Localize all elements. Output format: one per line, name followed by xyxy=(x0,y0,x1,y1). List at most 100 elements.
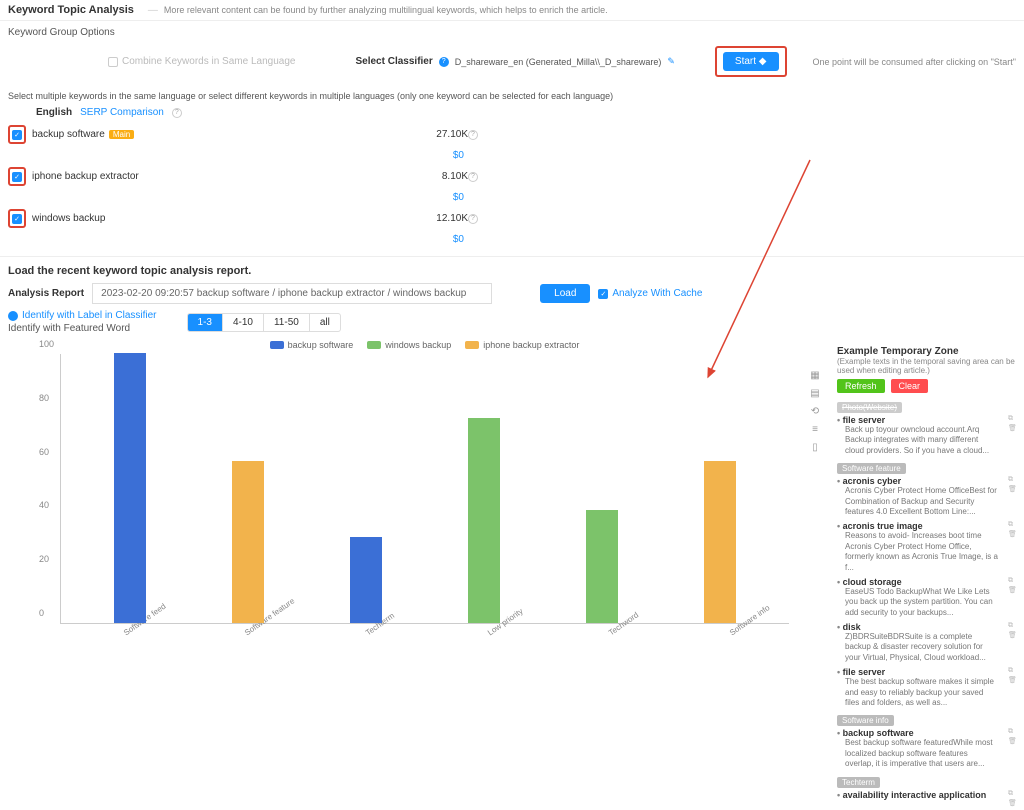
identify-featured-word[interactable]: Identify with Featured Word xyxy=(8,323,157,334)
copy-icon[interactable]: ⧉ xyxy=(1008,476,1016,484)
keyword-checkbox[interactable]: ✓ xyxy=(12,130,22,140)
clear-button[interactable]: Clear xyxy=(891,379,929,393)
delete-icon[interactable]: 🗑 xyxy=(1008,586,1016,594)
item-title[interactable]: disk xyxy=(837,622,998,632)
temp-zone-item: acronis true image Reasons to avoid- Inc… xyxy=(837,521,1016,573)
category-tag[interactable]: Software info xyxy=(837,715,894,726)
keyword-name: backup softwareMain xyxy=(32,129,408,140)
analyze-cache-checkbox[interactable]: ✓ Analyze With Cache xyxy=(598,288,702,299)
segment-4-10[interactable]: 4-10 xyxy=(223,314,264,331)
identify-label-classifier[interactable]: Identify with Label in Classifier xyxy=(8,310,157,321)
legend-item[interactable]: backup software xyxy=(270,340,354,350)
copy-icon[interactable]: ⧉ xyxy=(1008,667,1016,675)
help-icon[interactable]: ? xyxy=(468,130,478,140)
help-icon[interactable]: ? xyxy=(468,214,478,224)
save-image-icon[interactable]: ▦ xyxy=(809,370,821,382)
info-icon[interactable]: ? xyxy=(439,57,449,67)
delete-icon[interactable]: 🗑 xyxy=(1008,530,1016,538)
delete-icon[interactable]: 🗑 xyxy=(1008,485,1016,493)
segment-all[interactable]: all xyxy=(310,314,340,331)
delete-icon[interactable]: 🗑 xyxy=(1008,424,1016,432)
serp-comparison-link[interactable]: SERP Comparison xyxy=(80,107,164,118)
copy-icon[interactable]: ⧉ xyxy=(1008,521,1016,529)
bar[interactable] xyxy=(586,510,618,623)
item-title[interactable]: file server xyxy=(837,415,998,425)
classifier-value: D_shareware_en (Generated_Milla\\_D_shar… xyxy=(455,57,662,67)
bar-group xyxy=(690,461,750,623)
start-button[interactable]: Start ◆ xyxy=(723,52,779,71)
keyword-cost: $0 xyxy=(453,192,464,203)
category-tag[interactable]: Software feature xyxy=(837,463,906,474)
classifier-label: Select Classifier xyxy=(355,56,432,67)
delete-icon[interactable]: 🗑 xyxy=(1008,676,1016,684)
copy-icon[interactable]: ⧉ xyxy=(1008,415,1016,423)
item-title[interactable]: acronis cyber xyxy=(837,476,998,486)
y-tick: 20 xyxy=(39,554,49,564)
category-tag[interactable]: Photo(Website) xyxy=(837,402,902,413)
keyword-checkbox[interactable]: ✓ xyxy=(12,172,22,182)
segment-1-3[interactable]: 1-3 xyxy=(188,314,223,331)
data-view-icon[interactable]: ▤ xyxy=(809,388,821,400)
delete-icon[interactable]: 🗑 xyxy=(1008,737,1016,745)
start-highlight: Start ◆ xyxy=(715,46,787,77)
keyword-volume: 27.10K xyxy=(408,129,468,140)
combine-keywords-checkbox[interactable]: Combine Keywords in Same Language xyxy=(108,56,295,67)
copy-icon[interactable]: ⧉ xyxy=(1008,790,1016,798)
page-header: Keyword Topic Analysis — More relevant c… xyxy=(0,0,1024,21)
bar-group xyxy=(100,353,160,623)
chart-toolbar: ▦ ▤ ⟲ ≡ ▯ xyxy=(809,370,821,454)
keyword-cost: $0 xyxy=(453,234,464,245)
radio-icon xyxy=(8,311,18,321)
y-tick: 60 xyxy=(39,447,49,457)
bar-group xyxy=(572,510,632,623)
copy-icon[interactable]: ⧉ xyxy=(1008,622,1016,630)
copy-icon[interactable]: ⧉ xyxy=(1008,728,1016,736)
checkbox-icon xyxy=(108,57,118,67)
bar[interactable] xyxy=(232,461,264,623)
keyword-checkbox[interactable]: ✓ xyxy=(12,214,22,224)
restore-icon[interactable]: ⟲ xyxy=(809,406,821,418)
legend-item[interactable]: iphone backup extractor xyxy=(465,340,579,350)
item-title[interactable]: availability interactive application xyxy=(837,790,998,800)
category-tag[interactable]: Techterm xyxy=(837,777,880,788)
bar[interactable] xyxy=(114,353,146,623)
edit-classifier-icon[interactable]: ✎ xyxy=(667,56,675,67)
keyword-row: ✓ windows backup 12.10K ? xyxy=(8,206,478,231)
item-title[interactable]: backup software xyxy=(837,728,998,738)
bar[interactable] xyxy=(468,418,500,623)
legend-item[interactable]: windows backup xyxy=(367,340,451,350)
item-title[interactable]: file server xyxy=(837,667,998,677)
segment-11-50[interactable]: 11-50 xyxy=(264,314,310,331)
delete-icon[interactable]: 🗑 xyxy=(1008,799,1016,807)
bar[interactable] xyxy=(350,537,382,623)
temp-zone-item: cloud storage EaseUS Todo BackupWhat We … xyxy=(837,577,1016,618)
line-icon[interactable]: ≡ xyxy=(809,424,821,436)
report-select[interactable]: 2023-02-20 09:20:57 backup software / ip… xyxy=(92,283,492,304)
temp-zone-subtitle: (Example texts in the temporal saving ar… xyxy=(837,357,1016,375)
checkbox-icon: ✓ xyxy=(598,289,608,299)
temp-zone-item: file server The best backup software mak… xyxy=(837,667,1016,708)
help-icon[interactable]: ? xyxy=(468,172,478,182)
bar-group xyxy=(218,461,278,623)
language-block: English SERP Comparison ? ✓ backup softw… xyxy=(0,107,1024,248)
item-title[interactable]: cloud storage xyxy=(837,577,998,587)
refresh-button[interactable]: Refresh xyxy=(837,379,885,393)
bar[interactable] xyxy=(704,461,736,623)
item-description: EaseUS Todo BackupWhat We Like Lets you … xyxy=(837,587,998,618)
temp-zone-item: file server Back up toyour owncloud acco… xyxy=(837,415,1016,456)
help-icon[interactable]: ? xyxy=(172,108,182,118)
temp-zone-item: backup software Best backup software fea… xyxy=(837,728,1016,769)
bar-icon[interactable]: ▯ xyxy=(809,442,821,454)
main-tag: Main xyxy=(109,130,134,139)
copy-icon[interactable]: ⧉ xyxy=(1008,577,1016,585)
start-hint: One point will be consumed after clickin… xyxy=(813,57,1017,67)
temporary-zone-panel: Example Temporary Zone (Example texts in… xyxy=(829,340,1024,810)
language-name: English xyxy=(36,107,72,118)
instruction-text: Select multiple keywords in the same lan… xyxy=(0,91,1024,107)
delete-icon[interactable]: 🗑 xyxy=(1008,631,1016,639)
keyword-checkbox-highlight: ✓ xyxy=(8,167,26,186)
item-description: The best backup software makes it simple… xyxy=(837,677,998,708)
load-button[interactable]: Load xyxy=(540,284,590,303)
item-title[interactable]: acronis true image xyxy=(837,521,998,531)
y-tick: 0 xyxy=(39,608,44,618)
